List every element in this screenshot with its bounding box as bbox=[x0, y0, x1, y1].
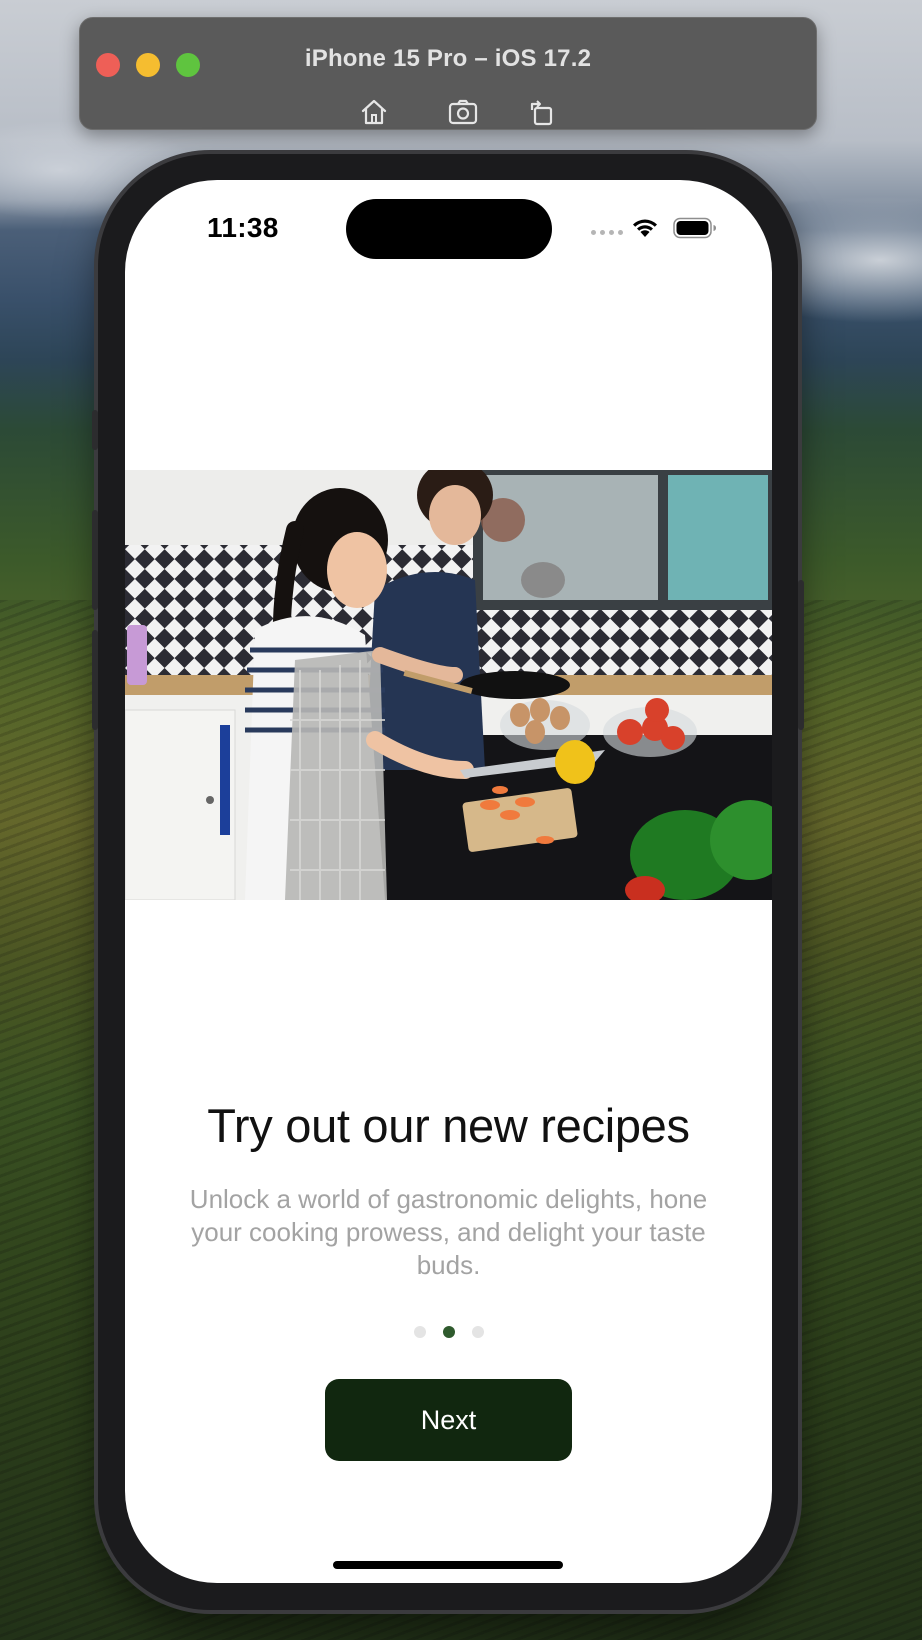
onboarding-subtitle: Unlock a world of gastronomic delights, … bbox=[189, 1184, 708, 1280]
rotate-button[interactable] bbox=[525, 95, 559, 129]
page-dot-1[interactable] bbox=[413, 1326, 426, 1338]
simulator-titlebar: iPhone 15 Pro – iOS 17.2 bbox=[79, 17, 817, 130]
status-time: 11:38 bbox=[207, 212, 279, 243]
volume-up-button[interactable] bbox=[92, 510, 98, 610]
cellular-icon bbox=[591, 230, 623, 235]
rotate-icon bbox=[530, 100, 553, 126]
volume-down-button[interactable] bbox=[92, 630, 98, 730]
dynamic-island bbox=[346, 199, 552, 259]
power-button[interactable] bbox=[798, 580, 804, 730]
page-dot-2-active[interactable] bbox=[442, 1326, 455, 1338]
simulator-title: iPhone 15 Pro – iOS 17.2 bbox=[304, 45, 592, 72]
next-button[interactable]: Next bbox=[325, 1379, 572, 1461]
phone-screen: 11:38 Try out our new recipes Unlock a w… bbox=[125, 180, 772, 1583]
action-button[interactable] bbox=[92, 410, 98, 450]
page-dot-3[interactable] bbox=[471, 1326, 484, 1338]
screenshot-button[interactable] bbox=[446, 95, 480, 129]
onboarding-title: Try out our new recipes bbox=[207, 1099, 690, 1152]
hero-image bbox=[125, 470, 772, 900]
screenshot-icon bbox=[448, 99, 478, 125]
home-button[interactable] bbox=[357, 95, 391, 129]
home-indicator[interactable] bbox=[333, 1561, 563, 1569]
page-indicator[interactable] bbox=[125, 1326, 772, 1338]
home-icon bbox=[361, 99, 387, 125]
battery-icon bbox=[673, 217, 716, 239]
wifi-icon bbox=[633, 219, 657, 237]
